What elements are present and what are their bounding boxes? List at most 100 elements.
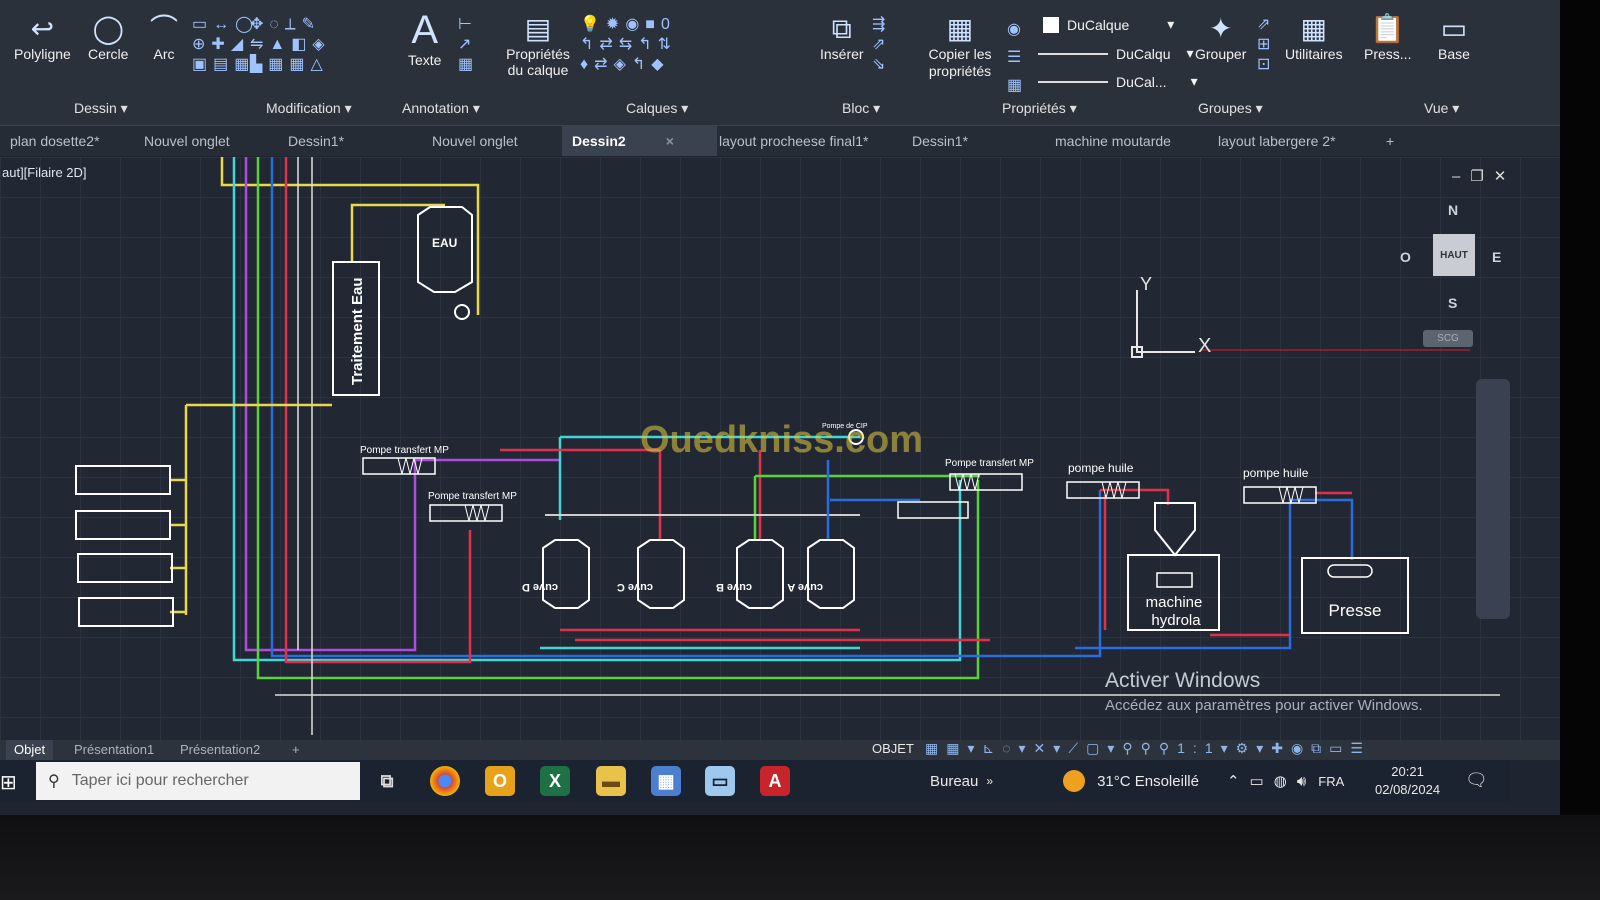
activate-windows-watermark: Activer Windows Accédez aux paramètres p… xyxy=(1105,669,1423,714)
close-icon: ✕ xyxy=(1493,168,1517,185)
viewcube-west[interactable]: O xyxy=(1400,249,1411,265)
tab-machine-moutarde[interactable]: machine moutarde xyxy=(1045,126,1181,156)
viewcube-south[interactable]: S xyxy=(1448,295,1457,311)
panel-calques[interactable]: Calques ▾ xyxy=(626,100,688,117)
tab-dessin1-a[interactable]: Dessin1* xyxy=(278,126,354,156)
viewport-window-controls[interactable]: –❐✕ xyxy=(1452,167,1516,185)
transfer-pump-3-label: Pompe transfert MP xyxy=(945,458,1034,469)
oil-line-presse-blue xyxy=(1075,498,1354,650)
utilities-label: Utilitaires xyxy=(1285,46,1343,62)
utilities-button[interactable]: ▦ Utilitaires xyxy=(1285,12,1343,62)
tab-presentation1[interactable]: Présentation1 xyxy=(66,740,162,760)
panel-annotation[interactable]: Annotation ▾ xyxy=(402,100,480,117)
cuve-c: cuve C xyxy=(617,539,685,609)
wcs-menu[interactable]: SCG xyxy=(1423,330,1473,347)
oil-pump-1-label: pompe huile xyxy=(1068,461,1134,475)
panel-dessin[interactable]: Dessin ▾ xyxy=(74,100,128,117)
bus-line-green xyxy=(256,157,980,680)
bus-line-purple xyxy=(244,157,560,652)
machine-hydrola: machine hydrola xyxy=(1127,502,1220,631)
system-tray: Bureau » 31°C Ensoleillé ⌃ ▭ ◍ 🔊︎ FRA xyxy=(930,760,1344,802)
linetype-value: DuCalqu xyxy=(1116,45,1171,62)
viewcube-top-face[interactable]: HAUT xyxy=(1433,234,1475,276)
viewcube-east[interactable]: E xyxy=(1492,249,1501,265)
linetype-select[interactable]: DuCalqu ▾ xyxy=(1038,45,1194,62)
tray-chevron-icon[interactable]: ⌃ xyxy=(1227,772,1240,790)
monitor-bezel-right xyxy=(1560,0,1600,900)
panel-groupes[interactable]: Groupes ▾ xyxy=(1198,100,1263,117)
tab-dessin2[interactable]: Dessin2 × xyxy=(562,126,717,156)
storage-rect-4 xyxy=(78,597,174,627)
lineweight-select[interactable]: DuCal... ▾ xyxy=(1038,73,1198,90)
network-icon[interactable]: ◍ xyxy=(1274,772,1287,790)
model-space-button[interactable]: OBJET xyxy=(872,741,914,756)
base-view-button[interactable]: ▭ Base xyxy=(1438,12,1470,62)
drawing-viewport[interactable]: aut][Filaire 2D] Traitement Eau EAU Pomp… xyxy=(0,157,1560,752)
draw-small-tools[interactable]: ▭↔◯ ⊕✚◢ ▣▤▦ xyxy=(192,14,259,74)
volume-icon[interactable]: 🔊︎ xyxy=(1297,773,1306,790)
desktop-toolbar[interactable]: Bureau xyxy=(930,773,978,790)
bus-line-cyan xyxy=(232,157,962,662)
text-button[interactable]: A Texte xyxy=(408,8,441,68)
transfer-pump-1-label: Pompe transfert MP xyxy=(360,445,449,456)
cuve-b-label: cuve B xyxy=(716,581,752,593)
polyline-button[interactable]: ↩ Polyligne xyxy=(14,12,71,62)
panel-bloc[interactable]: Bloc ▾ xyxy=(842,100,880,117)
tab-nouvel-onglet-1[interactable]: Nouvel onglet xyxy=(134,126,240,156)
viewcube[interactable]: N O HAUT E S SCG xyxy=(1400,197,1520,347)
arc-icon: ⌒ xyxy=(150,13,179,44)
new-tab-plus-icon[interactable]: + xyxy=(1376,126,1404,156)
tab-dessin1-b[interactable]: Dessin1* xyxy=(902,126,978,156)
circle-button[interactable]: ◯ Cercle xyxy=(88,12,128,62)
panel-modification[interactable]: Modification ▾ xyxy=(266,100,352,117)
panel-vue[interactable]: Vue ▾ xyxy=(1424,100,1459,117)
weather-text[interactable]: 31°C Ensoleillé xyxy=(1097,773,1199,790)
notifications-icon[interactable]: 🗨︎ xyxy=(1465,770,1488,791)
presse-label: Presse xyxy=(1329,601,1382,620)
oil-pump-1: pompe huile xyxy=(1066,461,1140,499)
panel-proprietes[interactable]: Propriétés ▾ xyxy=(1002,100,1077,117)
layer-properties-button[interactable]: ▤ Propriétés du calque xyxy=(503,12,573,78)
file-explorer-icon[interactable]: ▬ xyxy=(596,766,626,796)
tab-presentation2[interactable]: Présentation2 xyxy=(172,740,268,760)
ucs-y-label: Y xyxy=(1140,274,1152,294)
tab-nouvel-onglet-2[interactable]: Nouvel onglet xyxy=(422,126,528,156)
taskbar-clock[interactable]: 20:21 02/08/2024 xyxy=(1375,763,1440,799)
language-indicator[interactable]: FRA xyxy=(1318,774,1344,789)
block-tools[interactable]: ⇶ ⇗ ⇘ xyxy=(872,14,891,74)
group-tools[interactable]: ⇗ ⊞ ⊡ xyxy=(1257,14,1276,74)
taskbar-search[interactable]: ⚲ Taper ici pour rechercher xyxy=(36,762,360,800)
network-app-icon[interactable]: ▭ xyxy=(705,766,735,796)
autocad-icon[interactable]: A xyxy=(760,766,790,796)
windows-start-icon[interactable]: ⊞ xyxy=(0,770,17,795)
tab-layout-labergere[interactable]: layout labergere 2* xyxy=(1208,126,1346,156)
color-select[interactable]: DuCalque ▾ xyxy=(1043,16,1174,33)
tab-layout-procheese[interactable]: layout procheese final1* xyxy=(709,126,878,156)
chrome-icon[interactable] xyxy=(430,766,460,796)
copy-properties-button[interactable]: ▦ Copier les propriétés xyxy=(915,12,1005,80)
oil-pump-2: pompe huile xyxy=(1243,466,1317,504)
status-toggles[interactable]: ▦▦▾⊾◌▾✕▾⟋▢▾⚲⚲⚲1:1▾⚙▾✚◉⧉▭☰ xyxy=(925,740,1371,757)
excel-icon[interactable]: X xyxy=(540,766,570,796)
tank-feed-lines xyxy=(170,405,188,615)
tab-objet[interactable]: Objet xyxy=(6,740,54,760)
viewcube-north[interactable]: N xyxy=(1448,202,1458,218)
group-button[interactable]: ✦ Grouper xyxy=(1195,12,1246,62)
dimension-tools[interactable]: ⊢ ↗ ▦ xyxy=(458,14,479,74)
modify-small-tools[interactable]: ✥◌⟂✎ ⇋▲◧◈ ▙▦▦△ xyxy=(250,14,331,74)
weather-sun-icon[interactable] xyxy=(1063,770,1086,792)
arc-button[interactable]: ⌒ Arc xyxy=(150,12,178,62)
battery-icon[interactable]: ▭ xyxy=(1250,772,1264,790)
arc-label: Arc xyxy=(153,46,175,62)
calculator-app-icon[interactable]: ▦ xyxy=(651,766,681,796)
task-view-icon[interactable]: ⧉ xyxy=(372,766,402,796)
expand-chevron-icon[interactable]: » xyxy=(986,774,993,788)
clipboard-button[interactable]: 📋 Press... xyxy=(1364,12,1411,62)
navigation-bar[interactable] xyxy=(1476,379,1510,619)
layer-tools[interactable]: 💡✹◉■0 ↰⇄⇆↰⇅ ♦⇄◈↰◆ xyxy=(580,14,677,74)
tab-plan-dosette2[interactable]: plan dosette2* xyxy=(0,126,110,156)
outlook-icon[interactable]: O xyxy=(485,766,515,796)
add-layout-icon[interactable]: + xyxy=(284,740,308,760)
insert-button[interactable]: ⧉ Insérer xyxy=(820,12,864,62)
close-tab-icon[interactable]: × xyxy=(666,133,674,149)
